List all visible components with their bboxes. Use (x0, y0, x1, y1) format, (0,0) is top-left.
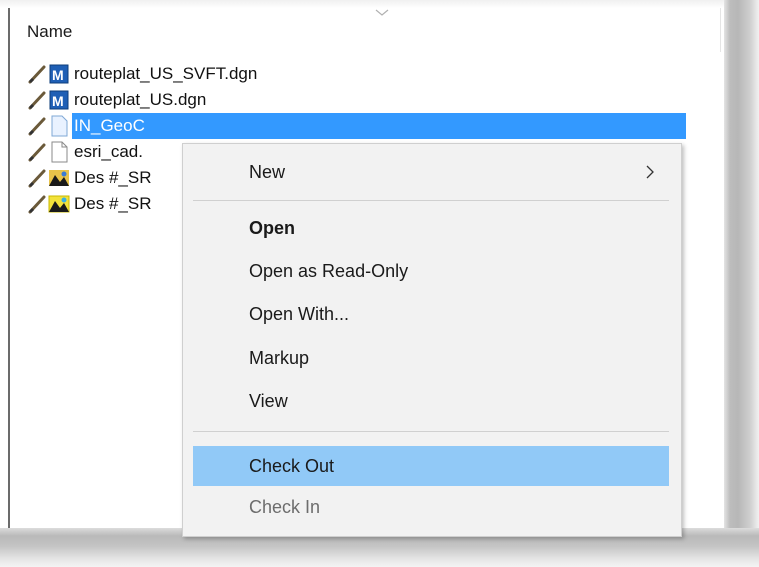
frame-shadow (724, 0, 759, 567)
sort-chevron-icon[interactable] (374, 8, 390, 18)
pencil-icon (28, 91, 46, 110)
column-divider[interactable] (720, 8, 721, 52)
pencil-icon (28, 195, 46, 214)
document-file-icon (51, 141, 68, 163)
file-name: Des #_SR (74, 168, 152, 187)
pencil-icon (28, 65, 46, 84)
menu-item-label: Open With... (249, 304, 350, 324)
geopak-image-icon (49, 170, 69, 186)
menu-item-check-in[interactable]: Check In (193, 489, 669, 526)
menu-item-new[interactable]: New (193, 154, 669, 191)
menu-item-label: Open (249, 218, 296, 238)
file-name: esri_cad. (74, 142, 143, 161)
file-row-selected[interactable]: IN_GeoC (26, 113, 686, 139)
file-name: Des #_SR (74, 194, 152, 213)
file-name: IN_GeoC (74, 116, 145, 135)
menu-item-markup[interactable]: Markup (193, 340, 669, 377)
menu-item-label: Check In (249, 497, 321, 517)
blank-file-icon (51, 115, 68, 137)
file-name: routeplat_US.dgn (74, 90, 207, 109)
menu-item-label: Open as Read-Only (249, 261, 409, 281)
menu-item-label: Markup (249, 348, 310, 368)
frame-shadow (0, 0, 759, 8)
menu-item-open[interactable]: Open (193, 210, 669, 247)
context-menu: New Open Open as Read-Only Open With... … (182, 143, 682, 537)
menu-item-open-read-only[interactable]: Open as Read-Only (193, 253, 669, 290)
selection-highlight (72, 113, 686, 139)
menu-separator (193, 200, 669, 201)
pencil-icon (28, 143, 46, 162)
svg-text:M: M (52, 67, 64, 83)
menu-item-label: New (249, 162, 286, 182)
file-name: routeplat_US_SVFT.dgn (74, 64, 258, 83)
microstation-dgn-icon: M (49, 64, 69, 84)
geopak-image-icon (48, 195, 70, 213)
menu-item-open-with[interactable]: Open With... (193, 296, 669, 333)
menu-item-view[interactable]: View (193, 383, 669, 420)
menu-item-label: Check Out (249, 455, 335, 476)
pencil-icon (28, 169, 46, 188)
svg-text:M: M (52, 93, 64, 109)
menu-item-check-out[interactable]: Check Out (193, 446, 669, 486)
pencil-icon (28, 117, 46, 136)
chevron-right-icon (646, 165, 654, 179)
menu-separator (193, 431, 669, 432)
microstation-dgn-icon: M (49, 90, 69, 110)
menu-item-label: View (249, 391, 288, 411)
file-row[interactable]: M routeplat_US.dgn (26, 87, 686, 113)
file-row[interactable]: M routeplat_US_SVFT.dgn (26, 61, 686, 87)
name-column-header[interactable]: Name (27, 22, 72, 42)
